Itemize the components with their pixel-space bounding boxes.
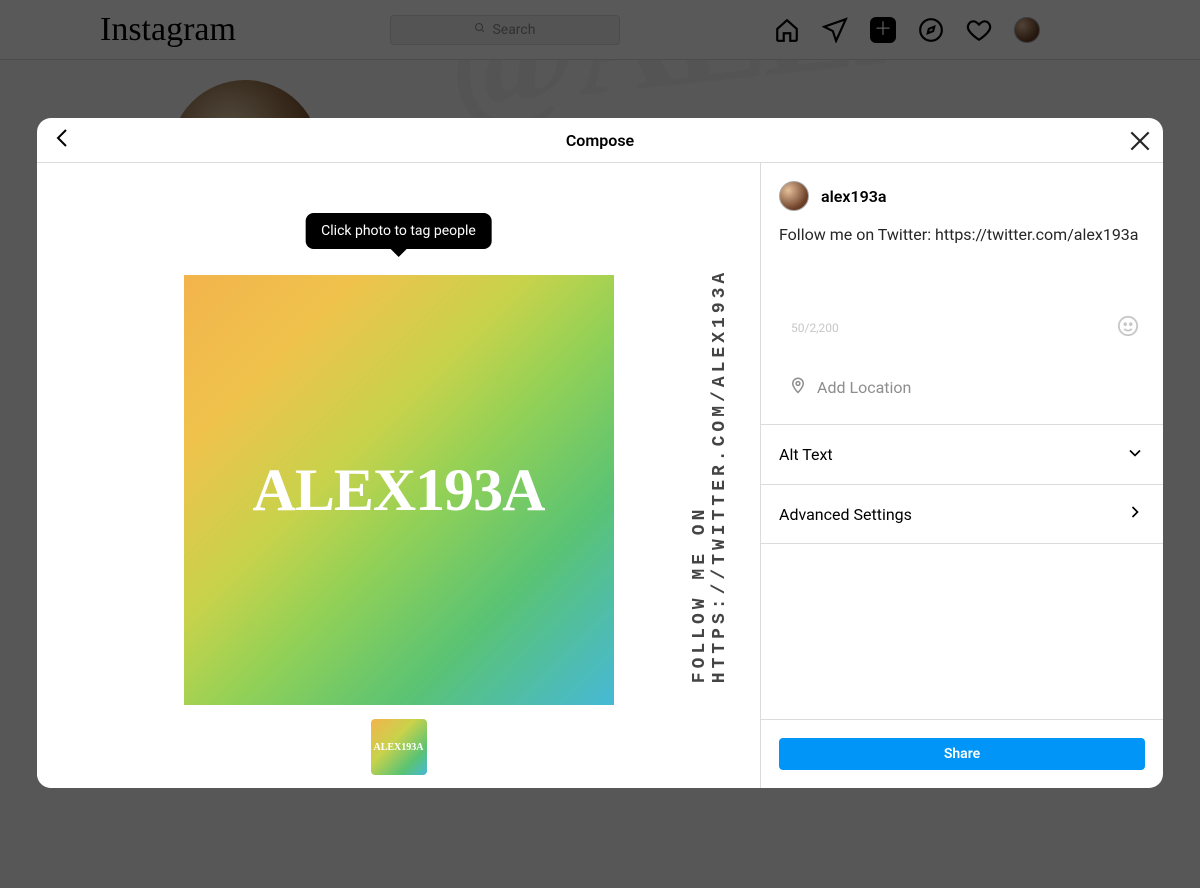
- preview-image-text: ALEX193A: [252, 456, 544, 525]
- thumbnail-strip: ALEX193A: [371, 719, 427, 775]
- location-pin-icon: [789, 376, 807, 398]
- composer-username: alex193a: [821, 187, 886, 206]
- char-counter: 50/2,200: [791, 321, 839, 335]
- preview-side-text: FOLLOW ME ON HTTPS://TWITTER.COM/ALEX193…: [690, 268, 730, 682]
- share-button[interactable]: Share: [779, 738, 1145, 770]
- back-button[interactable]: [51, 126, 75, 154]
- alt-text-row[interactable]: Alt Text: [761, 424, 1163, 484]
- image-preview-pane: Click photo to tag people ALEX193A FOLLO…: [37, 163, 761, 788]
- close-button[interactable]: [1127, 128, 1153, 158]
- caption-input[interactable]: Follow me on Twitter: https://twitter.co…: [779, 221, 1145, 307]
- chevron-down-icon: [1125, 443, 1145, 467]
- location-row: [779, 364, 1145, 410]
- modal-title: Compose: [566, 131, 634, 150]
- thumbnail[interactable]: ALEX193A: [371, 719, 427, 775]
- modal-header: Compose: [37, 118, 1163, 163]
- chevron-right-icon: [1125, 502, 1145, 526]
- compose-modal: Compose Click photo to tag people ALEX19…: [37, 118, 1163, 788]
- emoji-picker-icon[interactable]: [1117, 315, 1139, 340]
- advanced-settings-row[interactable]: Advanced Settings: [761, 484, 1163, 544]
- composer-user-row: alex193a: [761, 163, 1163, 221]
- alt-text-label: Alt Text: [779, 445, 833, 464]
- caption-area: Follow me on Twitter: https://twitter.co…: [779, 221, 1145, 354]
- compose-details-pane: alex193a Follow me on Twitter: https://t…: [761, 163, 1163, 788]
- advanced-settings-label: Advanced Settings: [779, 505, 912, 524]
- tag-tooltip: Click photo to tag people: [305, 213, 492, 249]
- share-region: Share: [761, 719, 1163, 788]
- composer-avatar: [779, 181, 809, 211]
- location-input[interactable]: [817, 378, 1135, 397]
- post-image-preview[interactable]: ALEX193A: [184, 275, 614, 705]
